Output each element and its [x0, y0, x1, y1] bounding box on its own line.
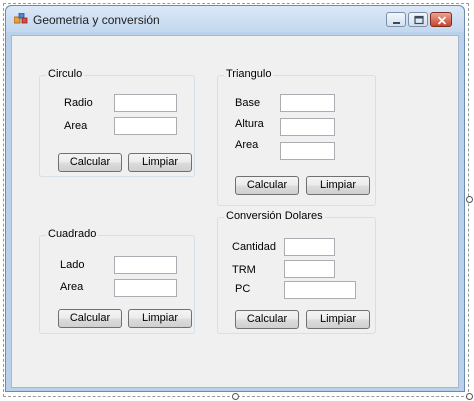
circulo-limpiar-button[interactable]: Limpiar [128, 153, 192, 172]
resize-handle-corner[interactable] [466, 393, 473, 400]
trm-input[interactable] [284, 260, 335, 278]
triangulo-area-input[interactable] [280, 142, 335, 160]
circulo-area-input[interactable] [114, 117, 177, 135]
close-button[interactable] [430, 12, 452, 27]
cuadrado-area-input[interactable] [114, 279, 177, 297]
cuadrado-area-label: Area [60, 281, 84, 293]
cuadrado-limpiar-button[interactable]: Limpiar [128, 309, 192, 328]
radio-label: Radio [64, 97, 93, 109]
circulo-area-label: Area [64, 120, 88, 132]
base-input[interactable] [280, 94, 335, 112]
circulo-calcular-button[interactable]: Calcular [58, 153, 122, 172]
minimize-icon [387, 13, 405, 26]
cantidad-input[interactable] [284, 238, 335, 256]
cuadrado-title: Cuadrado [46, 228, 99, 240]
triangulo-area-label: Area [235, 139, 259, 151]
conversion-title: Conversión Dolares [224, 210, 325, 222]
conversion-limpiar-button[interactable]: Limpiar [306, 310, 370, 329]
form-window: Geometria y conversión Circulo Radio Are… [5, 5, 465, 392]
pc-label: PC [235, 283, 251, 295]
cantidad-label: Cantidad [232, 241, 277, 253]
triangulo-title: Triangulo [224, 68, 274, 80]
cuadrado-calcular-button[interactable]: Calcular [58, 309, 122, 328]
altura-label: Altura [235, 118, 264, 130]
minimize-button[interactable] [386, 12, 406, 27]
triangulo-groupbox: Triangulo Base Altura Area Calcular Limp… [217, 68, 376, 206]
lado-input[interactable] [114, 256, 177, 274]
cuadrado-groupbox: Cuadrado Lado Area Calcular Limpiar [39, 228, 195, 334]
lado-label: Lado [60, 259, 85, 271]
maximize-button[interactable] [408, 12, 428, 27]
window-title: Geometria y conversión [33, 13, 160, 27]
trm-label: TRM [232, 264, 256, 276]
circulo-groupbox: Circulo Radio Area Calcular Limpiar [39, 68, 195, 177]
maximize-icon [409, 13, 427, 26]
pc-input[interactable] [284, 281, 356, 299]
conversion-calcular-button[interactable]: Calcular [235, 310, 299, 329]
close-icon [431, 13, 451, 26]
resize-handle-right[interactable] [466, 196, 473, 203]
triangulo-limpiar-button[interactable]: Limpiar [306, 176, 370, 195]
title-bar[interactable]: Geometria y conversión [6, 6, 464, 32]
triangulo-calcular-button[interactable]: Calcular [235, 176, 299, 195]
altura-input[interactable] [280, 118, 335, 136]
resize-handle-bottom[interactable] [232, 393, 239, 400]
conversion-groupbox: Conversión Dolares Cantidad TRM PC Calcu… [217, 210, 376, 334]
form-client-area: Circulo Radio Area Calcular Limpiar Tria… [11, 35, 459, 388]
radio-input[interactable] [114, 94, 177, 112]
circulo-title: Circulo [46, 68, 85, 80]
form-icon [13, 12, 28, 25]
base-label: Base [235, 97, 261, 109]
